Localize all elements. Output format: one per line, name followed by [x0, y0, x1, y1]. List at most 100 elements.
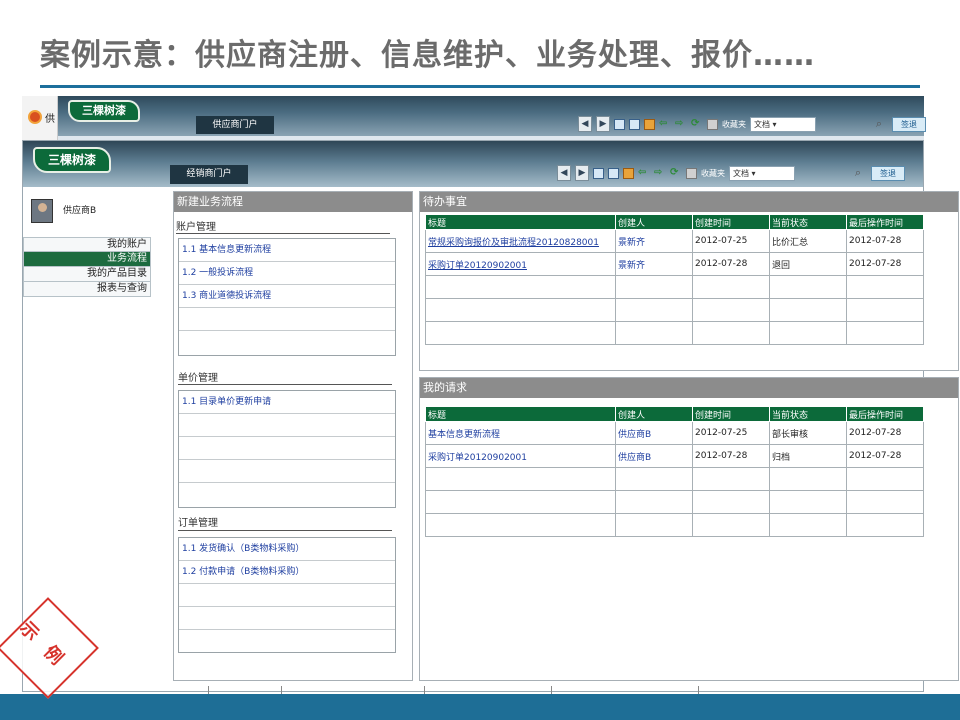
rear-header-bar: 三棵树漆 供应商门户 ◀ ▶ ⇦ ⇨ ⟳ 收藏夹 文档 ▾ ⌕ 签退 — [58, 96, 926, 136]
list-item — [179, 437, 395, 460]
layout-columns-icon[interactable] — [593, 167, 604, 179]
table-cell: 2012-07-28 — [692, 252, 770, 276]
table-cell: 部长审核 — [769, 421, 847, 445]
section-rule — [176, 233, 390, 234]
back-arrow-icon[interactable]: ⇦ — [638, 168, 650, 178]
new-process-panel: 新建业务流程 账户管理 1.1 基本信息更新流程 1.2 一般投诉流程 1.3 … — [173, 191, 413, 681]
table-header-row: 标题 创建人 创建时间 当前状态 最后操作时间 — [425, 214, 924, 230]
todo-table: 标题 创建人 创建时间 当前状态 最后操作时间 常规采购询报价及审批流程2012… — [425, 214, 924, 345]
doc-select[interactable]: 文档 ▾ — [729, 165, 795, 181]
list-item — [179, 483, 395, 506]
link-payment-request[interactable]: 1.2 付款申请（B类物料采购） — [179, 561, 395, 584]
scroll-right-icon[interactable]: ▶ — [575, 165, 589, 181]
rear-toolbar: ◀ ▶ ⇦ ⇨ ⟳ 收藏夹 文档 ▾ ⌕ 签退 — [578, 114, 926, 134]
left-menu-item-my-account[interactable]: 我的账户 — [23, 237, 151, 252]
scroll-left-icon[interactable]: ◀ — [557, 165, 571, 181]
rear-portal-window: 供 三棵树漆 供应商门户 ◀ ▶ ⇦ ⇨ ⟳ 收藏夹 文档 ▾ ⌕ 签退 — [22, 96, 926, 140]
bookmark-icon[interactable] — [644, 118, 655, 130]
table-cell: 景新齐 — [615, 229, 693, 253]
back-arrow-icon[interactable]: ⇦ — [659, 119, 671, 129]
rear-browser-tab[interactable]: 供 — [22, 96, 58, 140]
price-link-list: 1.1 目录单价更新申请 — [178, 390, 396, 508]
front-portal-window: 三棵树漆 经销商门户 ◀ ▶ ⇦ ⇨ ⟳ 收藏夹 文档 ▾ ⌕ 签退 供应商B — [22, 140, 959, 692]
layout-columns-icon[interactable] — [614, 118, 625, 130]
front-header-bar: 三棵树漆 经销商门户 ◀ ▶ ⇦ ⇨ ⟳ 收藏夹 文档 ▾ ⌕ 签退 — [23, 141, 923, 187]
table-cell: 2012-07-28 — [846, 252, 924, 276]
print-icon[interactable] — [686, 167, 697, 179]
table-cell: 2012-07-28 — [846, 444, 924, 468]
section-title-account: 账户管理 — [176, 222, 216, 233]
layout-rows-icon[interactable] — [608, 167, 619, 179]
front-tab-dealer-portal[interactable]: 经销商门户 — [170, 165, 248, 184]
signout-button[interactable]: 签退 — [871, 165, 905, 181]
left-menu: 我的账户 业务流程 我的产品目录 报表与查询 — [23, 237, 151, 297]
request-title-link[interactable]: 采购订单20120902001 — [425, 444, 616, 468]
favorites-menu[interactable]: 收藏夹 — [701, 168, 725, 179]
list-item — [179, 331, 395, 354]
todo-header: 待办事宜 — [420, 192, 958, 212]
table-cell: 退回 — [769, 252, 847, 276]
user-area: 供应商B — [31, 199, 161, 227]
my-requests-header: 我的请求 — [420, 378, 958, 398]
rear-browser-tab-text: 供 — [45, 114, 55, 125]
scroll-right-icon[interactable]: ▶ — [596, 116, 610, 132]
table-row: 采购订单20120902001 供应商B 2012-07-28 归档 2012-… — [425, 444, 924, 468]
my-requests-table: 标题 创建人 创建时间 当前状态 最后操作时间 基本信息更新流程 供应商B 20… — [425, 406, 924, 537]
refresh-icon[interactable]: ⟳ — [670, 168, 682, 178]
left-menu-item-reports[interactable]: 报表与查询 — [23, 282, 151, 297]
table-row — [425, 513, 924, 537]
bookmark-icon[interactable] — [623, 167, 634, 179]
doc-select-value: 文档 — [733, 168, 749, 178]
table-cell: 2012-07-25 — [692, 421, 770, 445]
front-toolbar: ◀ ▶ ⇦ ⇨ ⟳ 收藏夹 文档 ▾ ⌕ 签退 — [557, 163, 905, 183]
search-icon[interactable]: ⌕ — [849, 166, 867, 181]
list-item — [179, 308, 395, 331]
request-title-link[interactable]: 基本信息更新流程 — [425, 421, 616, 445]
table-cell: 归档 — [769, 444, 847, 468]
column-header: 创建人 — [615, 406, 693, 422]
slide-title: 案例示意：供应商注册、信息维护、业务处理、报价…… — [40, 38, 815, 73]
column-header: 创建人 — [615, 214, 693, 230]
forward-arrow-icon[interactable]: ⇨ — [675, 119, 687, 129]
list-item — [179, 584, 395, 607]
table-cell: 景新齐 — [615, 252, 693, 276]
print-icon[interactable] — [707, 118, 718, 130]
todo-title-link[interactable]: 采购订单20120902001 — [425, 252, 616, 276]
table-cell: 供应商B — [615, 421, 693, 445]
column-header: 当前状态 — [769, 214, 847, 230]
doc-select-value: 文档 — [754, 119, 770, 129]
order-link-list: 1.1 发货确认（B类物料采购） 1.2 付款申请（B类物料采购） — [178, 537, 396, 653]
left-menu-item-product-catalog[interactable]: 我的产品目录 — [23, 267, 151, 282]
doc-select[interactable]: 文档 ▾ — [750, 116, 816, 132]
section-rule — [178, 384, 392, 385]
rear-logo: 三棵树漆 — [68, 100, 140, 122]
table-cell: 2012-07-28 — [846, 421, 924, 445]
table-row — [425, 275, 924, 299]
table-row: 基本信息更新流程 供应商B 2012-07-25 部长审核 2012-07-28 — [425, 421, 924, 445]
column-header: 标题 — [425, 406, 616, 422]
title-rule — [40, 85, 920, 88]
table-cell: 比价汇总 — [769, 229, 847, 253]
link-delivery-confirm[interactable]: 1.1 发货确认（B类物料采购） — [179, 538, 395, 561]
favorites-menu[interactable]: 收藏夹 — [722, 119, 746, 130]
search-icon[interactable]: ⌕ — [870, 117, 888, 132]
link-ethics-complaint[interactable]: 1.3 商业道德投诉流程 — [179, 285, 395, 308]
table-row — [425, 490, 924, 514]
scroll-left-icon[interactable]: ◀ — [578, 116, 592, 132]
link-general-complaint[interactable]: 1.2 一般投诉流程 — [179, 262, 395, 285]
table-header-row: 标题 创建人 创建时间 当前状态 最后操作时间 — [425, 406, 924, 422]
link-catalog-price-update[interactable]: 1.1 目录单价更新申请 — [179, 391, 395, 414]
forward-arrow-icon[interactable]: ⇨ — [654, 168, 666, 178]
rear-tab-supplier-portal[interactable]: 供应商门户 — [196, 116, 274, 134]
list-item — [179, 630, 395, 653]
bottom-bar — [0, 694, 960, 720]
refresh-icon[interactable]: ⟳ — [691, 119, 703, 129]
link-basic-info-update[interactable]: 1.1 基本信息更新流程 — [179, 239, 395, 262]
front-logo: 三棵树漆 — [33, 147, 111, 173]
signout-button[interactable]: 签退 — [892, 116, 926, 132]
column-header: 最后操作时间 — [846, 214, 924, 230]
layout-rows-icon[interactable] — [629, 118, 640, 130]
todo-title-link[interactable]: 常规采购询报价及审批流程20120828001 — [425, 229, 616, 253]
left-menu-item-business-process[interactable]: 业务流程 — [23, 252, 151, 267]
list-item — [179, 414, 395, 437]
